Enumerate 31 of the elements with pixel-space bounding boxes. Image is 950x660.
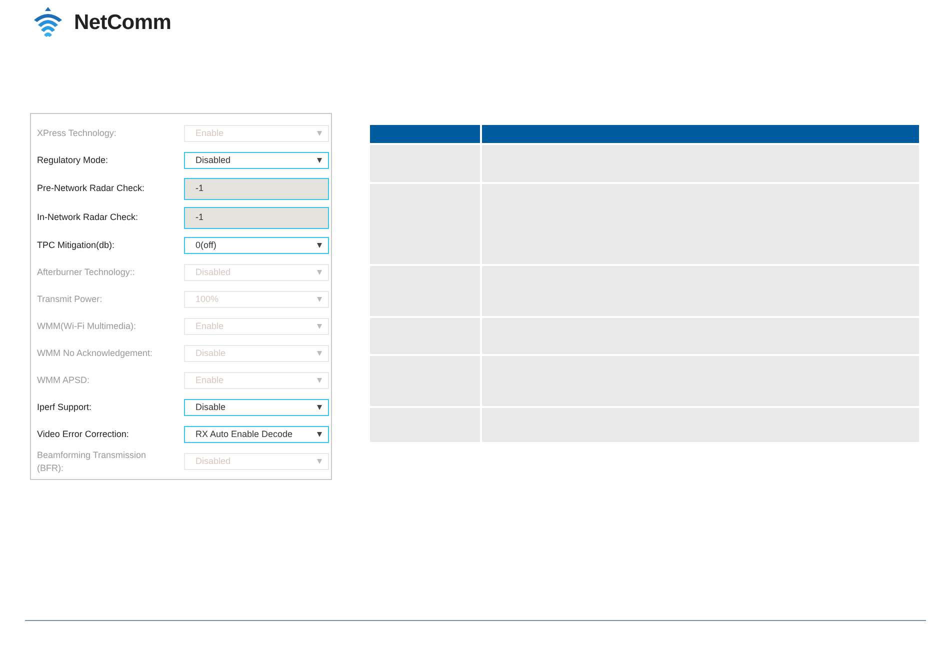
dropdown[interactable]: RX Auto Enable Decode	[184, 426, 329, 443]
field-label: Afterburner Technology::	[37, 266, 136, 279]
field-label: WMM No Acknowledgement:	[37, 347, 154, 360]
field-label: Pre-Network Radar Check:	[37, 182, 146, 195]
dropdown[interactable]: 0(off)	[184, 237, 329, 254]
field-label: XPress Technology:	[37, 127, 118, 140]
field-label: WMM(Wi-Fi Multimedia):	[37, 320, 137, 333]
caret-icon	[317, 270, 322, 275]
field-label: WMM APSD:	[37, 374, 91, 387]
field-label: Video Error Correction:	[37, 428, 130, 441]
caret-icon	[317, 378, 322, 383]
caret-icon	[317, 324, 322, 329]
field-label: Regulatory Mode:	[37, 154, 110, 167]
caret-icon	[317, 297, 322, 302]
field-label: In-Network Radar Check:	[37, 211, 140, 224]
caret-icon	[317, 432, 322, 437]
input-field[interactable]: -1	[184, 206, 329, 228]
field-label: TPC Mitigation(db):	[37, 239, 116, 252]
caret-icon	[317, 459, 322, 464]
caret-icon	[317, 158, 322, 163]
caret-icon	[317, 243, 322, 248]
field-label: Transmit Power:	[37, 293, 104, 306]
dropdown[interactable]: Disable	[184, 399, 329, 416]
dropdown[interactable]: Disabled	[184, 152, 329, 169]
field-label: Iperf Support:	[37, 401, 93, 414]
field-label: Beamforming Transmission (BFR):	[37, 449, 148, 474]
caret-icon	[317, 405, 322, 410]
input-field[interactable]: -1	[184, 178, 329, 200]
caret-icon	[317, 351, 322, 356]
caret-icon	[317, 131, 322, 136]
brand-name: NetComm	[74, 12, 172, 32]
